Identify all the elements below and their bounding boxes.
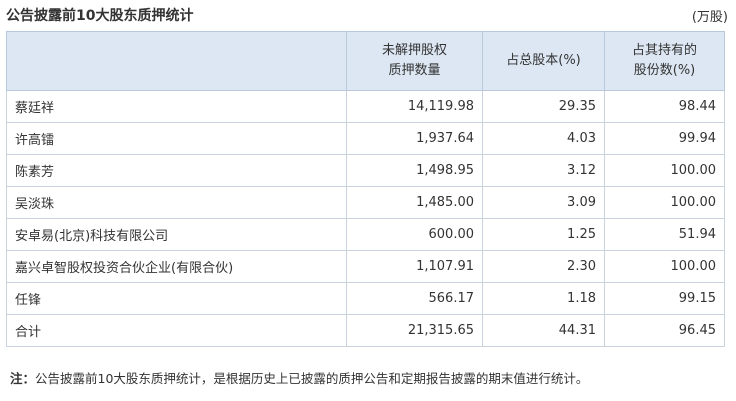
holder-name: 许高镭 (6, 122, 347, 155)
pct-held-shares: 99.94 (604, 122, 725, 155)
pledged-shares: 1,937.64 (346, 122, 483, 155)
total-pct-held-shares: 96.45 (604, 314, 725, 347)
table-total-row: 合计 21,315.65 44.31 96.45 (6, 314, 725, 347)
pct-held-shares: 100.00 (604, 154, 725, 187)
pct-held-shares: 100.00 (604, 250, 725, 283)
pledge-statistics-table: 未解押股权 质押数量 占总股本(%) 占其持有的 股份数(%) 蔡廷祥 14,1… (6, 31, 725, 347)
total-label: 合计 (6, 314, 347, 347)
table-row: 任锋 566.17 1.18 99.15 (6, 282, 725, 315)
column-header-holder (6, 31, 347, 91)
pct-held-shares: 99.15 (604, 282, 725, 315)
pct-total-shares: 4.03 (482, 122, 605, 155)
table-row: 许高镭 1,937.64 4.03 99.94 (6, 122, 725, 155)
table-row: 嘉兴卓智股权投资合伙企业(有限合伙) 1,107.91 2.30 100.00 (6, 250, 725, 283)
holder-name: 陈素芳 (6, 154, 347, 187)
pct-total-shares: 1.25 (482, 218, 605, 251)
pct-held-shares: 100.00 (604, 186, 725, 219)
column-header-pledged-shares: 未解押股权 质押数量 (346, 31, 483, 91)
total-pledged-shares: 21,315.65 (346, 314, 483, 347)
table-header: 公告披露前10大股东质押统计 (万股) (6, 0, 730, 30)
pledged-shares: 600.00 (346, 218, 483, 251)
pledged-shares: 1,498.95 (346, 154, 483, 187)
table-row: 蔡廷祥 14,119.98 29.35 98.44 (6, 90, 725, 123)
table-row: 吴淡珠 1,485.00 3.09 100.00 (6, 186, 725, 219)
column-header-pct-held: 占其持有的 股份数(%) (604, 31, 725, 91)
unit-label: (万股) (691, 9, 728, 25)
holder-name: 嘉兴卓智股权投资合伙企业(有限合伙) (6, 250, 347, 283)
table-title: 公告披露前10大股东质押统计 (6, 8, 194, 24)
footnote-label: 注： (10, 371, 36, 386)
holder-name: 任锋 (6, 282, 347, 315)
pct-held-shares: 98.44 (604, 90, 725, 123)
table-header-row: 未解押股权 质押数量 占总股本(%) 占其持有的 股份数(%) (6, 31, 725, 91)
pledged-shares: 1,485.00 (346, 186, 483, 219)
pct-total-shares: 29.35 (482, 90, 605, 123)
table-row: 安卓易(北京)科技有限公司 600.00 1.25 51.94 (6, 218, 725, 251)
pct-total-shares: 3.09 (482, 186, 605, 219)
pct-total-shares: 1.18 (482, 282, 605, 315)
total-pct-total-shares: 44.31 (482, 314, 605, 347)
pct-held-shares: 51.94 (604, 218, 725, 251)
pledged-shares: 1,107.91 (346, 250, 483, 283)
pct-total-shares: 3.12 (482, 154, 605, 187)
holder-name: 安卓易(北京)科技有限公司 (6, 218, 347, 251)
holder-name: 吴淡珠 (6, 186, 347, 219)
holder-name: 蔡廷祥 (6, 90, 347, 123)
footnote-text: 公告披露前10大股东质押统计，是根据历史上已披露的质押公告和定期报告披露的期末值… (35, 371, 589, 386)
pledged-shares: 14,119.98 (346, 90, 483, 123)
table-row: 陈素芳 1,498.95 3.12 100.00 (6, 154, 725, 187)
pct-total-shares: 2.30 (482, 250, 605, 283)
column-header-pct-total: 占总股本(%) (482, 31, 605, 91)
pledged-shares: 566.17 (346, 282, 483, 315)
footnote: 注：公告披露前10大股东质押统计，是根据历史上已披露的质押公告和定期报告披露的期… (10, 368, 588, 387)
